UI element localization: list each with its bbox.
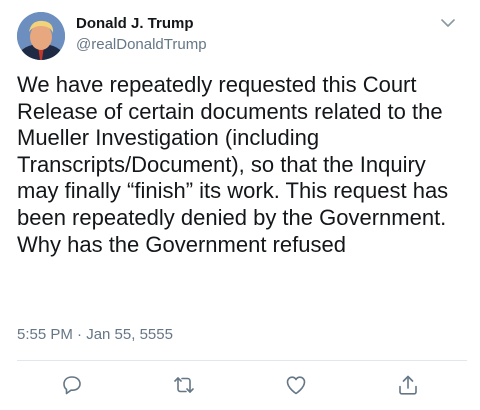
avatar[interactable] (17, 12, 65, 60)
tweet-text: We have repeatedly requested this Court … (17, 72, 449, 257)
share-icon[interactable] (396, 373, 420, 397)
retweet-icon[interactable] (172, 373, 196, 397)
tweet-card: Donald J. Trump @realDonaldTrump We have… (0, 0, 480, 410)
like-icon[interactable] (284, 373, 308, 397)
profile-photo (17, 12, 65, 60)
user-handle[interactable]: @realDonaldTrump (76, 36, 207, 53)
divider (17, 360, 467, 361)
chevron-down-icon[interactable] (441, 15, 455, 27)
reply-icon[interactable] (60, 373, 84, 397)
tweet-timestamp[interactable]: 5:55 PM · Jan 55, 5555 (17, 326, 173, 343)
display-name[interactable]: Donald J. Trump (76, 15, 194, 32)
